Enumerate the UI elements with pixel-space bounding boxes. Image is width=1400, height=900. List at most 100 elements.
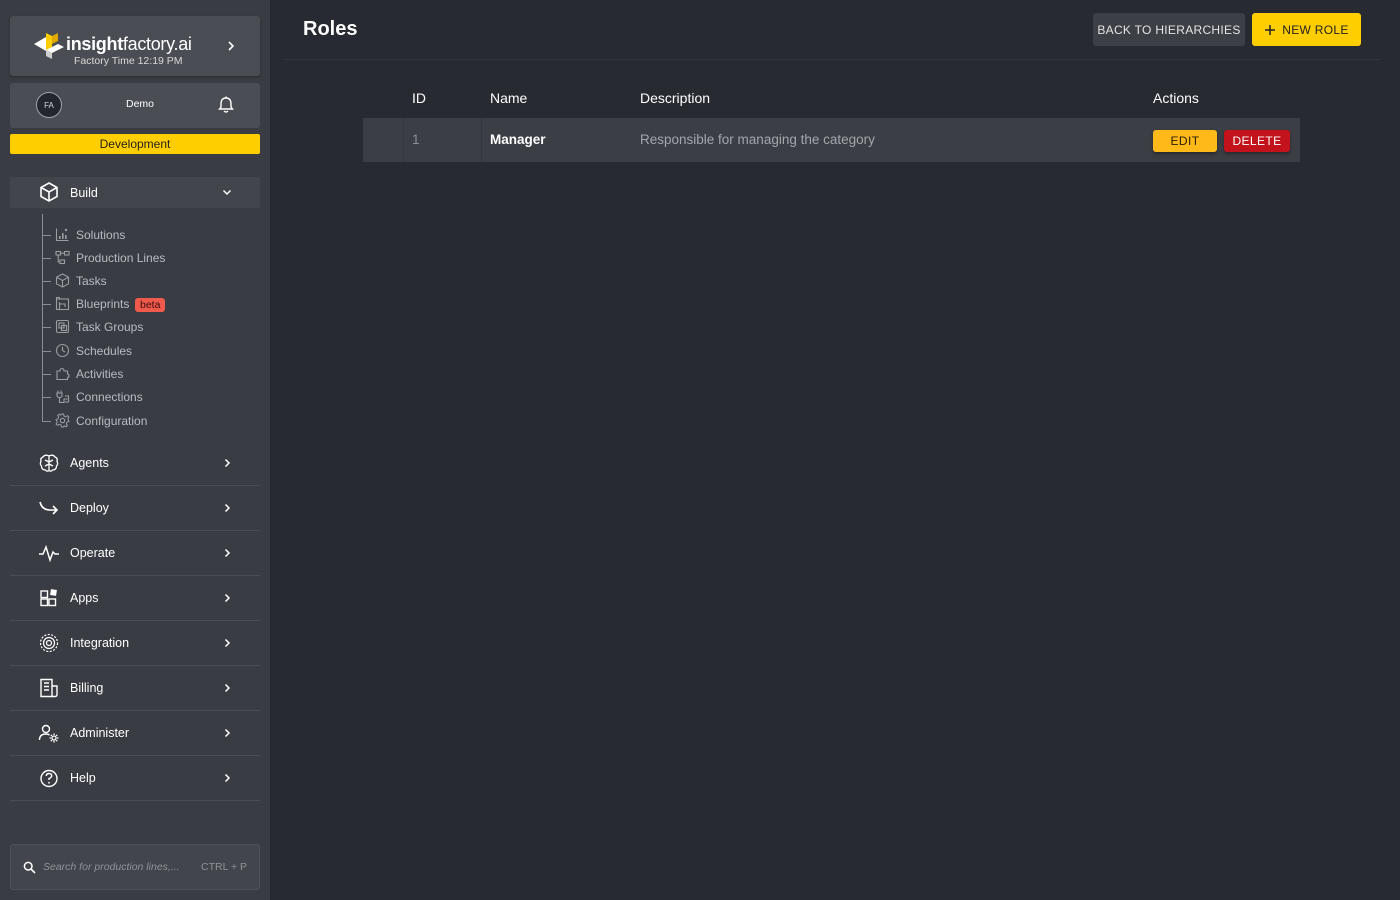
brand-card[interactable]: insightfactory.ai Factory Time 12:19 PM — [10, 16, 260, 76]
page-title: Roles — [303, 18, 358, 40]
new-role-label: NEW ROLE — [1282, 22, 1349, 37]
edit-button[interactable]: EDIT — [1153, 130, 1217, 152]
header-divider — [284, 59, 1380, 60]
tree-connector — [42, 327, 51, 328]
sidebar-item-label: Connections — [76, 390, 143, 404]
plug-icon — [56, 390, 70, 404]
sidebar-item-deploy[interactable]: Deploy — [10, 486, 260, 531]
billing-icon — [40, 678, 58, 698]
sidebar-item-label: Billing — [70, 681, 104, 695]
tree-connector — [42, 235, 51, 236]
chevron-right-icon — [224, 548, 231, 558]
role-description: Responsible for managing the category — [640, 132, 875, 147]
apps-icon — [40, 589, 57, 607]
chevron-right-icon — [224, 593, 231, 603]
sidebar-item-blueprints[interactable]: Blueprints beta — [42, 294, 242, 314]
sidebar-item-connections[interactable]: Connections — [42, 387, 242, 407]
gear-icon — [55, 413, 70, 428]
sidebar-item-apps[interactable]: Apps — [10, 576, 260, 621]
sidebar-item-help[interactable]: Help — [10, 756, 260, 801]
insightfactory-logo-icon — [34, 33, 64, 59]
sidebar-item-activities[interactable]: Activities — [42, 364, 242, 384]
bell-icon[interactable] — [216, 95, 236, 115]
cell-separator — [403, 118, 404, 162]
environment-badge[interactable]: Development — [10, 134, 260, 154]
tree-connector — [42, 421, 51, 422]
search-input[interactable] — [43, 856, 193, 878]
chevron-right-icon — [224, 503, 231, 513]
chevron-right-icon[interactable] — [222, 37, 240, 55]
sidebar-item-label: Tasks — [76, 274, 107, 288]
clock-icon — [55, 343, 70, 358]
sidebar-item-label: Production Lines — [76, 251, 166, 265]
role-id: 1 — [412, 132, 420, 147]
cube-icon — [55, 273, 70, 288]
chevron-right-icon — [224, 458, 231, 468]
column-header-actions: Actions — [1153, 90, 1199, 106]
user-gear-icon — [38, 724, 59, 743]
sidebar-item-build[interactable]: Build — [10, 177, 260, 208]
role-name: Manager — [490, 132, 546, 147]
new-role-button[interactable]: NEW ROLE — [1252, 13, 1361, 46]
sidebar-item-tasks[interactable]: Tasks — [42, 271, 242, 291]
tree-connector — [42, 304, 51, 305]
pulse-icon — [39, 544, 59, 563]
table-row[interactable]: 1 Manager Responsible for managing the c… — [363, 118, 1300, 162]
sidebar-item-production-lines[interactable]: Production Lines — [42, 248, 242, 268]
sidebar-item-billing[interactable]: Billing — [10, 666, 260, 711]
cell-separator — [481, 118, 482, 162]
puzzle-icon — [56, 367, 70, 381]
column-header-id[interactable]: ID — [412, 90, 426, 106]
tree-connector — [42, 351, 51, 352]
sidebar-item-label: Schedules — [76, 344, 133, 358]
tree-connector — [42, 397, 51, 398]
chevron-right-icon — [224, 773, 231, 783]
sidebar-item-solutions[interactable]: Solutions — [42, 225, 242, 245]
sidebar-item-label: Build — [70, 186, 98, 200]
integration-icon — [39, 633, 59, 653]
cube-icon — [40, 182, 58, 202]
sidebar-item-schedules[interactable]: Schedules — [42, 341, 242, 361]
sidebar-item-agents[interactable]: Agents — [10, 441, 260, 486]
search-icon — [23, 861, 36, 874]
sidebar-item-operate[interactable]: Operate — [10, 531, 260, 576]
search-box: CTRL + P — [10, 844, 260, 890]
sidebar-item-label: Configuration — [76, 414, 148, 428]
brand-name: insightfactory.ai — [66, 34, 192, 54]
group-icon — [55, 319, 70, 334]
sidebar-item-administer[interactable]: Administer — [10, 711, 260, 756]
column-header-name[interactable]: Name — [490, 90, 527, 106]
user-card: FA Demo — [10, 83, 260, 128]
plus-icon — [1265, 24, 1276, 35]
chevron-down-icon — [222, 189, 232, 196]
deploy-arrow-icon — [39, 501, 59, 515]
chevron-right-icon — [224, 683, 231, 693]
chevron-right-icon — [224, 728, 231, 738]
sidebar-item-label: Operate — [70, 546, 116, 560]
sidebar-item-label: Deploy — [70, 501, 109, 515]
search-shortcut: CTRL + P — [201, 861, 247, 873]
blueprint-icon — [55, 296, 70, 311]
delete-button[interactable]: DELETE — [1224, 130, 1290, 152]
back-to-hierarchies-button[interactable]: BACK TO HIERARCHIES — [1093, 13, 1245, 46]
sidebar-item-label: Apps — [70, 591, 99, 605]
sidebar-item-label: Agents — [70, 456, 109, 470]
sidebar-item-label: Activities — [76, 367, 124, 381]
sidebar-item-configuration[interactable]: Configuration — [42, 411, 242, 431]
sidebar-item-label: Solutions — [76, 228, 126, 242]
sidebar: insightfactory.ai Factory Time 12:19 PM … — [0, 0, 270, 900]
help-icon — [40, 769, 58, 788]
column-header-description[interactable]: Description — [640, 90, 710, 106]
chevron-right-icon — [224, 638, 231, 648]
sidebar-item-label: Help — [70, 771, 96, 785]
sidebar-item-integration[interactable]: Integration — [10, 621, 260, 666]
sidebar-item-task-groups[interactable]: Task Groups — [42, 317, 242, 337]
tree-connector — [42, 258, 51, 259]
sidebar-item-label: Integration — [70, 636, 130, 650]
flow-icon — [55, 250, 70, 265]
chart-icon — [55, 228, 69, 242]
sidebar-item-label: Blueprints — [76, 297, 130, 311]
tree-connector — [42, 281, 51, 282]
beta-badge: beta — [135, 298, 166, 312]
sidebar-item-label: Administer — [70, 726, 130, 740]
